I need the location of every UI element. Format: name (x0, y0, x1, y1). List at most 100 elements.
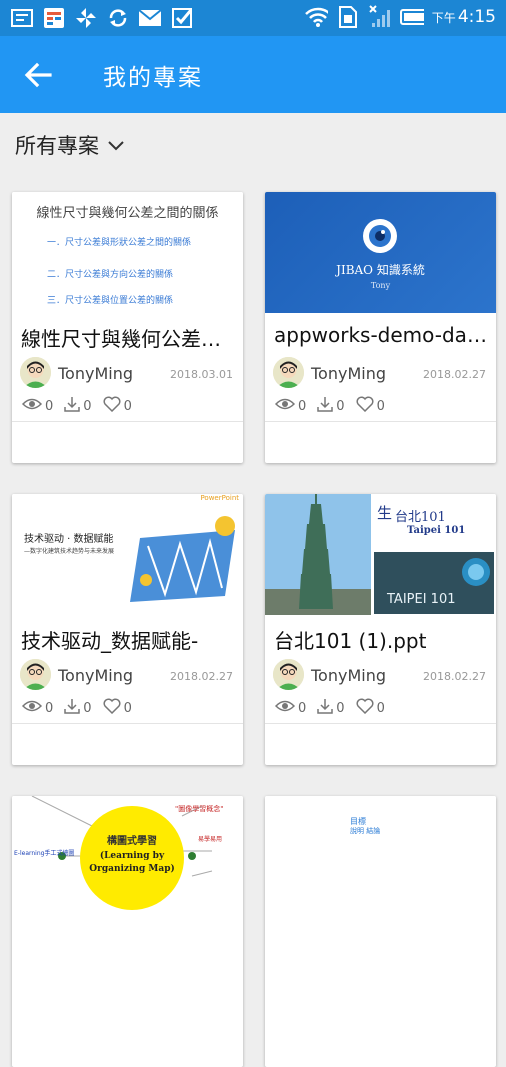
project-card[interactable]: 目標 說明 結論 (265, 796, 496, 1067)
thumbnail-corner: PowerPoint (200, 494, 239, 502)
thumbnail-sub: (Learning by Organizing Map) (89, 851, 175, 874)
download-count: 0 (83, 398, 92, 414)
back-arrow-icon[interactable] (22, 60, 56, 90)
thumbnail-heading: JIBAO 知識系統 (336, 263, 425, 277)
project-card[interactable]: PowerPoint 技术驱动 · 数据赋能 —数字化建筑技术趋势与未来发展 技… (12, 494, 243, 765)
status-bar: 下午 4:15 (0, 0, 506, 36)
thumbnail-heading: 線性尺寸與幾何公差之間的關係 (36, 206, 219, 221)
avatar (273, 357, 304, 388)
check-icon (170, 6, 194, 30)
project-title: appworks-demo-data (274, 323, 487, 347)
project-thumbnail: JIBAO 知識系統 Tony (265, 192, 496, 313)
view-count: 0 (298, 398, 307, 414)
chevron-down-icon (107, 133, 125, 157)
calendar-icon (42, 6, 66, 30)
project-card[interactable]: 線性尺寸與幾何公差之間的關係 一．尺寸公差與形狀公差之間的關係 二．尺寸公差與方… (12, 192, 243, 463)
eye-icon (21, 397, 43, 415)
project-stats: 0 0 0 (274, 698, 385, 718)
download-icon (64, 396, 81, 416)
app-bar: 我的專案 (0, 36, 506, 113)
download-icon (317, 396, 334, 416)
gallery-icon (10, 6, 34, 30)
thumbnail-prefix: 生 (377, 504, 393, 522)
project-card[interactable]: JIBAO 知識系統 Tony appworks-demo-data TonyM… (265, 192, 496, 463)
view-count: 0 (298, 700, 307, 716)
thumbnail-heading: 台北101 (395, 510, 446, 525)
download-count: 0 (336, 700, 345, 716)
page-title: 我的專案 (103, 65, 203, 91)
battery-icon (399, 5, 424, 29)
clock: 下午 4:15 (431, 7, 496, 27)
project-date: 2018.03.01 (170, 368, 233, 381)
view-count: 0 (45, 398, 54, 414)
like-count: 0 (123, 398, 132, 414)
project-filter-dropdown[interactable]: 所有專案 (15, 130, 125, 160)
project-card[interactable]: 生 台北101 Taipei 101 TAIPEI 101 台北101 (1).… (265, 494, 496, 765)
card-footer (265, 723, 496, 765)
owner-name: TonyMing (311, 666, 386, 685)
project-title: 台北101 (1).ppt (274, 629, 427, 653)
thumbnail-line: 三．尺寸公差與位置公差的關係 (47, 296, 174, 306)
card-footer (12, 421, 243, 463)
thumbnail-label: "圖像學習概念" (175, 805, 224, 813)
project-date: 2018.02.27 (423, 368, 486, 381)
card-footer (12, 723, 243, 765)
thumbnail-sub: Tony (370, 281, 391, 290)
download-icon (317, 698, 334, 718)
thumbnail-label: 易學易用 (198, 836, 223, 843)
tower-photo (265, 494, 371, 615)
eye-icon (274, 397, 296, 415)
card-footer (265, 421, 496, 463)
avatar (20, 357, 51, 388)
project-stats: 0 0 0 (21, 396, 132, 416)
project-title: 技术驱动_数据赋能- (21, 629, 199, 653)
eye-icon (21, 699, 43, 717)
owner-name: TonyMing (311, 364, 386, 383)
avatar (273, 659, 304, 690)
heart-icon[interactable] (356, 698, 374, 718)
thumbnail-sub: 說明 結論 (350, 827, 381, 835)
download-icon (64, 698, 81, 718)
project-date: 2018.02.27 (170, 670, 233, 683)
project-stats: 0 0 0 (274, 396, 385, 416)
thumbnail-sub: Taipei 101 (407, 525, 466, 536)
sim-icon (336, 5, 360, 29)
avatar (20, 659, 51, 690)
owner-name: TonyMing (58, 666, 133, 685)
eye-logo-icon (363, 219, 397, 253)
heart-icon[interactable] (103, 698, 121, 718)
sync-icon (106, 6, 130, 30)
heart-icon[interactable] (103, 396, 121, 416)
thumbnail-line: 二．尺寸公差與方向公差的關係 (47, 270, 174, 280)
thumbnail-heading: 技术驱动 · 数据赋能 (24, 534, 114, 545)
thumbnail-graphic (130, 516, 235, 602)
sign-text: TAIPEI 101 (387, 592, 456, 607)
pinwheel-icon (74, 6, 98, 30)
heart-icon[interactable] (356, 396, 374, 416)
thumbnail-label: E-learning手工式繪圖 (14, 850, 75, 857)
eye-icon (274, 699, 296, 717)
filter-label: 所有專案 (15, 134, 99, 158)
like-count: 0 (376, 398, 385, 414)
mail-icon (138, 6, 162, 30)
project-card[interactable]: 構圖式學習 (Learning by Organizing Map) E-lea… (12, 796, 243, 1067)
owner-name: TonyMing (58, 364, 133, 383)
thumbnail-sub: —数字化建筑技术趋势与未来发展 (24, 548, 115, 555)
download-count: 0 (83, 700, 92, 716)
project-thumbnail: PowerPoint 技术驱动 · 数据赋能 —数字化建筑技术趋势与未来发展 (12, 494, 243, 615)
project-thumbnail: 生 台北101 Taipei 101 TAIPEI 101 (265, 494, 496, 615)
project-thumbnail: 目標 說明 結論 (265, 796, 496, 917)
project-title: 線性尺寸與幾何公差之間的關係 (21, 327, 234, 351)
thumbnail-line: 一．尺寸公差與形狀公差之間的關係 (47, 238, 192, 248)
thumbnail-heading: 構圖式學習 (107, 836, 157, 847)
like-count: 0 (376, 700, 385, 716)
project-thumbnail: 構圖式學習 (Learning by Organizing Map) E-lea… (12, 796, 243, 917)
no-signal-icon (368, 5, 392, 29)
project-thumbnail: 線性尺寸與幾何公差之間的關係 一．尺寸公差與形狀公差之間的關係 二．尺寸公差與方… (12, 192, 243, 313)
like-count: 0 (123, 700, 132, 716)
download-count: 0 (336, 398, 345, 414)
view-count: 0 (45, 700, 54, 716)
project-stats: 0 0 0 (21, 698, 132, 718)
project-date: 2018.02.27 (423, 670, 486, 683)
wifi-icon (304, 5, 328, 29)
